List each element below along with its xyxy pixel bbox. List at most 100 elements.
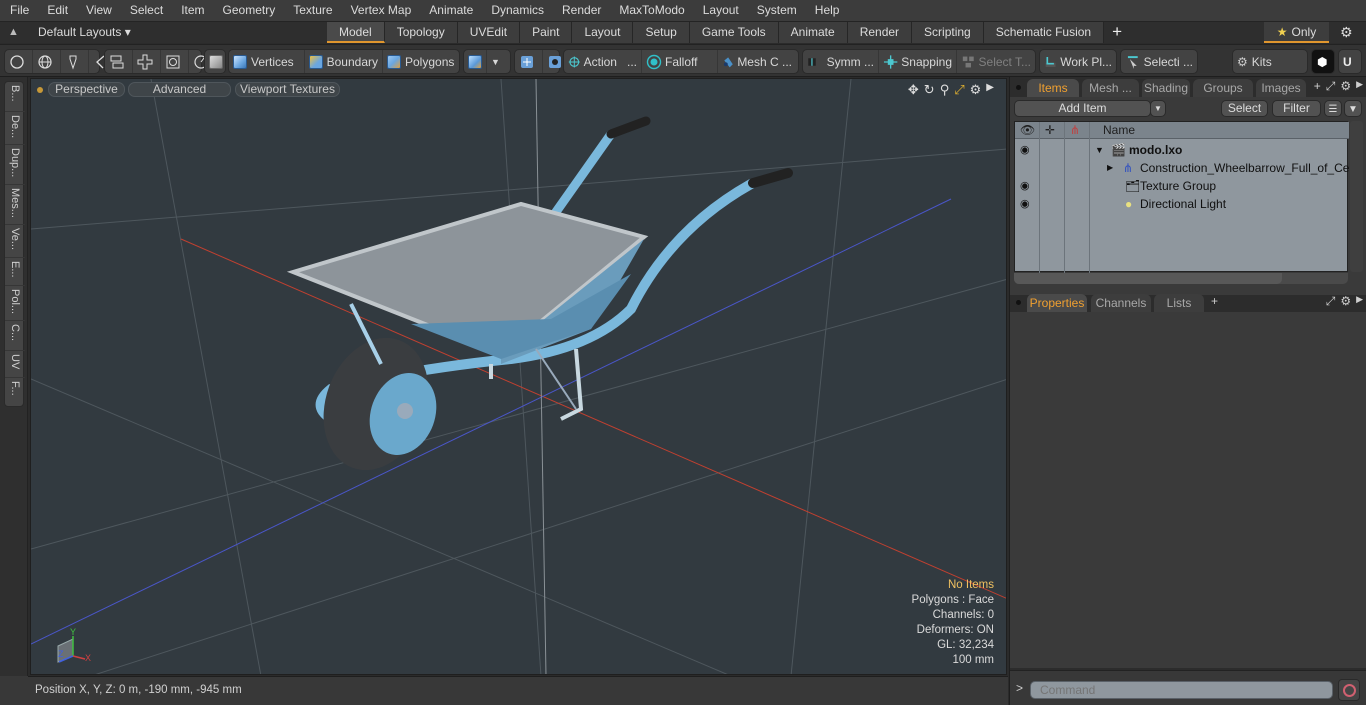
boundary-button[interactable]: Boundary (305, 50, 383, 73)
menu-system[interactable]: System (747, 0, 805, 21)
tab-uvedit[interactable]: UVEdit (457, 22, 521, 43)
kits-button[interactable]: ⚙ Kits (1233, 50, 1307, 73)
viewport-menu-arrow-icon[interactable]: ▶ (986, 82, 994, 98)
material-mode-button[interactable] (464, 50, 487, 73)
tab-groups[interactable]: Groups (1193, 79, 1253, 97)
pivot-button[interactable] (515, 50, 543, 73)
tab-scripting[interactable]: Scripting (912, 22, 984, 43)
filter-button[interactable]: Filter (1272, 100, 1321, 117)
scroll-thumb[interactable] (1014, 273, 1282, 284)
menu-layout[interactable]: Layout (693, 0, 747, 21)
select-through-button[interactable]: Select T... (957, 50, 1035, 73)
tab-mesh[interactable]: Mesh ... (1082, 79, 1139, 97)
viewport-textures-button[interactable]: Viewport Textures (235, 82, 340, 97)
expand-arrow-icon[interactable]: ▶ (1107, 163, 1113, 172)
vertices-button[interactable]: Vertices (229, 50, 305, 73)
visibility-eye-icon[interactable]: ◉ (1020, 179, 1030, 192)
work-plane-button[interactable]: Work Pl... (1040, 50, 1116, 73)
vtab-vertex[interactable]: Ve... (5, 225, 25, 258)
vtab-edge[interactable]: E... (5, 258, 25, 286)
command-input[interactable] (1030, 681, 1333, 699)
selection-button[interactable]: Selecti ... (1121, 50, 1197, 73)
material-dropdown[interactable]: ▼ (487, 50, 504, 73)
menu-render[interactable]: Render (552, 0, 609, 21)
uv-unwrap-button[interactable] (133, 50, 161, 73)
zoom-view-icon[interactable]: ⚲ (940, 82, 950, 98)
item-mode-button[interactable] (205, 50, 227, 73)
menu-texture[interactable]: Texture (283, 0, 340, 21)
vtab-fusion[interactable]: F... (5, 378, 25, 406)
vtab-deform[interactable]: De... (5, 112, 25, 145)
mesh-constraint-button[interactable]: Mesh C ... (718, 50, 796, 73)
menu-maxtomodo[interactable]: MaxToModo (609, 0, 692, 21)
collapse-arrow-icon[interactable]: ▼ (1095, 145, 1104, 155)
gear-icon[interactable]: ⚙ (1340, 24, 1353, 41)
tab-items[interactable]: Items (1027, 79, 1079, 97)
expand-panel-icon[interactable]: ⤢ (1326, 294, 1336, 309)
lock-column-icon[interactable]: ✛ (1045, 123, 1055, 137)
snapping-button[interactable]: Snapping (879, 50, 957, 73)
tab-setup[interactable]: Setup (633, 22, 690, 43)
tab-shading[interactable]: Shading (1142, 79, 1190, 97)
circle-select-button[interactable] (5, 50, 33, 73)
tab-properties[interactable]: Properties (1027, 294, 1087, 312)
tab-images[interactable]: Images (1256, 79, 1306, 97)
perspective-button[interactable]: Perspective (48, 82, 125, 97)
vtab-curve[interactable]: C... (5, 321, 25, 351)
tab-model[interactable]: Model (327, 22, 385, 43)
panel-dot[interactable] (1016, 85, 1021, 90)
action-center-button[interactable]: Action ... (564, 50, 642, 73)
name-column-header[interactable]: Name (1103, 123, 1135, 137)
tab-render[interactable]: Render (847, 22, 913, 43)
menu-animate[interactable]: Animate (419, 0, 481, 21)
tree-vertical-scrollbar[interactable] (1350, 121, 1363, 272)
vtab-duplicate[interactable]: Dup... (5, 145, 25, 185)
vtab-mesh-edit[interactable]: Mes... (5, 185, 25, 225)
unity-button[interactable]: ⬢ (1311, 49, 1335, 74)
pen-button[interactable] (61, 50, 89, 73)
tree-row-texture-group[interactable]: ◉ 🗂 Texture Group (1015, 177, 1349, 195)
tree-row-scene[interactable]: ◉ ▼ 🎬 modo.lxo (1015, 141, 1349, 159)
menu-select[interactable]: Select (120, 0, 171, 21)
add-panel-tab-icon[interactable]: + (1314, 79, 1321, 94)
rotate-view-icon[interactable]: ↻ (924, 82, 935, 98)
menu-vertex-map[interactable]: Vertex Map (341, 0, 420, 21)
vtab-uv[interactable]: UV (5, 351, 25, 378)
filter-funnel-button[interactable]: ▼ (1344, 100, 1362, 117)
falloff-button[interactable]: Falloff (642, 50, 718, 73)
tab-layout[interactable]: Layout (572, 22, 634, 43)
panel-menu-arrow-icon[interactable]: ▶ (1356, 294, 1363, 309)
tab-game-tools[interactable]: Game Tools (689, 22, 779, 43)
add-properties-tab-button[interactable]: + (1211, 294, 1218, 308)
shading-advanced-button[interactable]: Advanced (128, 82, 231, 97)
vtab-basic[interactable]: B... (5, 82, 25, 112)
locator-column-icon[interactable]: ⋔ (1070, 123, 1080, 137)
visibility-column-icon[interactable]: 👁 (1020, 123, 1035, 137)
tab-channels[interactable]: Channels (1091, 294, 1151, 312)
frame-button[interactable] (161, 50, 189, 73)
tree-row-mesh[interactable]: ▶ ⋔ Construction_Wheelbarrow_Full_of_Ce … (1015, 159, 1363, 177)
default-layouts-dropdown[interactable]: Default Layouts ▾ (38, 25, 131, 39)
collapse-up-icon[interactable]: ▲ (8, 26, 19, 38)
unreal-button[interactable]: U (1338, 49, 1362, 74)
panel-gear-icon[interactable]: ⚙ (1340, 79, 1351, 94)
tab-lists[interactable]: Lists (1154, 294, 1204, 312)
only-tab[interactable]: ★ Only (1264, 22, 1329, 43)
menu-view[interactable]: View (76, 0, 120, 21)
select-button[interactable]: Select (1221, 100, 1268, 117)
add-tab-button[interactable]: + (1104, 22, 1130, 44)
menu-geometry[interactable]: Geometry (213, 0, 284, 21)
command-record-button[interactable] (1338, 679, 1360, 701)
add-item-dropdown[interactable]: ▼ (1150, 100, 1166, 117)
panel-dot[interactable] (1016, 300, 1021, 305)
expand-panel-icon[interactable]: ⤢ (1326, 79, 1336, 94)
3d-viewport[interactable]: Y X Z Perspective Advanced Viewport Text… (30, 78, 1007, 675)
tab-paint[interactable]: Paint (520, 22, 573, 43)
menu-file[interactable]: File (0, 0, 37, 21)
tab-animate[interactable]: Animate (778, 22, 848, 43)
menu-dynamics[interactable]: Dynamics (481, 0, 552, 21)
maximize-view-icon[interactable]: ⤢ (954, 82, 964, 98)
symmetry-button[interactable]: Symm ... (803, 50, 879, 73)
globe-button[interactable] (33, 50, 61, 73)
viewport-gear-icon[interactable]: ⚙ (970, 82, 982, 98)
